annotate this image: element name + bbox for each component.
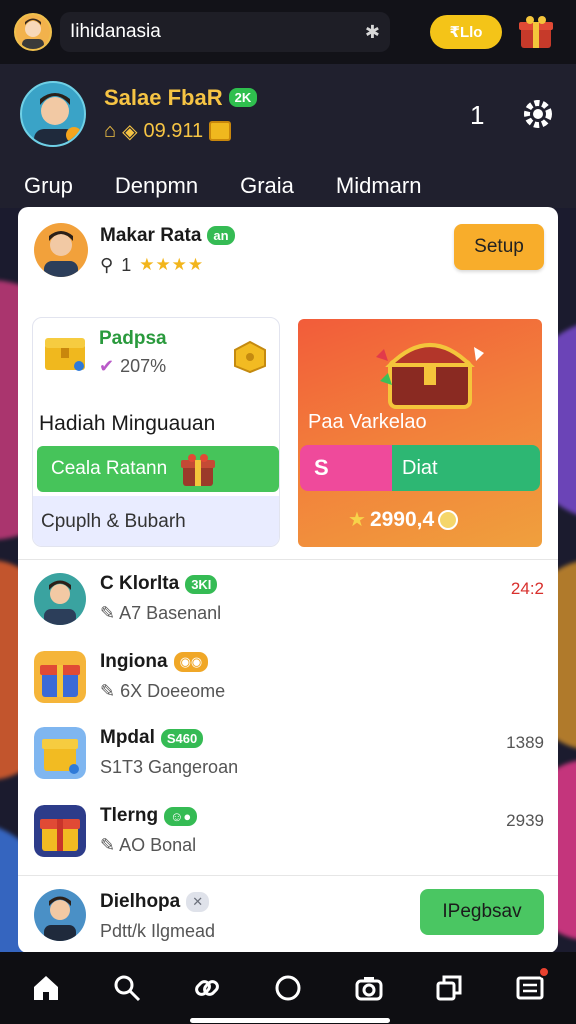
list-item[interactable]: Tlerng ☺● ✎ AO Bonal 2939 <box>34 801 544 867</box>
clear-icon[interactable]: ✱ <box>365 22 380 43</box>
member-chip-icon: ✕ <box>186 892 210 912</box>
divider <box>18 875 558 876</box>
gear-icon[interactable] <box>518 94 558 134</box>
profile-balance: 09.911 <box>143 119 204 142</box>
heart-icon: ✔ <box>99 356 115 376</box>
claim-reward-label: Ceala Ratann <box>51 458 168 479</box>
member-avatar <box>34 573 86 625</box>
list-item[interactable]: Mpdal S460 S1T3 Gangeroan 1389 <box>34 723 544 789</box>
top-bar: ✱ ₹Llo <box>0 0 576 64</box>
copy-icon[interactable] <box>429 968 469 1008</box>
tab-grup[interactable]: Grup <box>24 173 73 199</box>
level-star-icon <box>66 127 82 143</box>
user-avatar[interactable] <box>14 13 52 51</box>
reward-footer[interactable]: Cpuplh & Bubarh <box>33 496 279 546</box>
gift-icon <box>179 450 217 488</box>
profile-badge: 2K <box>228 88 258 107</box>
featured-amount: 2990,4 <box>369 507 435 531</box>
member-value: 2939 <box>506 811 544 830</box>
notification-count: 1 <box>470 100 485 130</box>
link-icon[interactable] <box>187 968 227 1008</box>
profile-name: Salae FbaR <box>104 84 223 110</box>
gift-icon[interactable] <box>516 12 556 52</box>
tab-midmarn[interactable]: Midmarn <box>336 173 422 199</box>
search-icon[interactable] <box>107 968 147 1008</box>
featured-title: Paa Varkelao <box>308 411 427 433</box>
claim-reward-button[interactable]: Ceala Ratann <box>37 446 279 492</box>
member-name: Ingiona <box>100 651 168 672</box>
weekly-reward-panel: Padpsa ✔ 207% Hadiah Minguauan Ceala Rat… <box>32 317 280 547</box>
member-name: Tlerng <box>100 805 159 826</box>
member-chip: S460 <box>160 728 204 748</box>
chest-box-icon <box>34 727 86 779</box>
member-name: Mpdal <box>100 727 155 748</box>
member-chip: 3KI <box>185 574 218 594</box>
member-sub: S1T3 Gangeroan <box>100 757 239 777</box>
member-avatar <box>34 889 86 941</box>
cube-icon <box>233 340 267 374</box>
profile-avatar[interactable] <box>20 81 86 147</box>
home-indicator <box>190 1018 390 1023</box>
camera-icon[interactable] <box>349 968 389 1008</box>
menu-list-icon[interactable] <box>510 966 550 1008</box>
member-sub: Pdtt/k Ilgmead <box>100 921 216 941</box>
coin-icon <box>438 509 459 530</box>
treasure-chest-icon <box>370 327 490 411</box>
list-item[interactable]: C Klorlta 3KI ✎ A7 Basenanl 24:2 <box>34 569 544 635</box>
register-button[interactable]: IPegbsav <box>420 889 544 935</box>
search-input[interactable] <box>70 21 340 43</box>
featured-left-button[interactable]: S <box>300 445 396 491</box>
reward-heading: Hadiah Minguauan <box>39 412 216 435</box>
divider <box>18 559 558 560</box>
notification-dot <box>537 966 550 978</box>
setup-button[interactable]: Setup <box>454 224 544 270</box>
rating-stars: ★★★★ <box>139 255 205 274</box>
tab-bar: Grup Denpmn Graia Midmarn <box>0 164 576 208</box>
member-sub: ✎ 6X Doeeome <box>100 681 226 701</box>
coin-icon: ◈ <box>122 120 138 143</box>
gift-box-icon <box>34 805 86 857</box>
main-card: Makar Rata an ⚲ 1 ★★★★ Setup Padpsa ✔ 20… <box>18 207 558 953</box>
search-bar[interactable]: ✱ <box>60 12 390 52</box>
tab-graia[interactable]: Graia <box>240 173 294 199</box>
chest-icon <box>209 121 232 141</box>
member-value: 1389 <box>506 733 544 752</box>
owner-sub-num: 1 <box>121 254 132 275</box>
circle-icon[interactable] <box>268 968 308 1008</box>
member-sub: ✎ AO Bonal <box>100 835 197 855</box>
owner-badge: an <box>207 226 235 245</box>
bottom-nav <box>0 952 576 1024</box>
chest-icon <box>43 332 87 372</box>
owner-header: Makar Rata an ⚲ 1 ★★★★ <box>34 223 235 277</box>
tab-denpmn[interactable]: Denpmn <box>115 173 198 199</box>
star-icon: ★ <box>348 509 366 531</box>
member-name: C Klorlta <box>100 573 180 594</box>
member-chip-icon: ☺● <box>164 806 198 826</box>
member-sub: ✎ A7 Basenanl <box>100 603 222 623</box>
owner-name: Makar Rata <box>100 224 202 246</box>
member-value: 24:2 <box>510 579 544 598</box>
owner-avatar[interactable] <box>34 223 88 277</box>
home-icon: ⌂ <box>104 119 117 142</box>
gift-box-icon <box>34 651 86 703</box>
coin-pill-button[interactable]: ₹Llo <box>430 15 502 49</box>
reward-percent: 207% <box>120 356 167 376</box>
member-name: Dielhopa <box>100 891 181 912</box>
location-icon: ⚲ <box>100 254 114 275</box>
member-chip-icon: ◉◉ <box>173 652 209 672</box>
featured-right-button[interactable]: Diat <box>392 445 540 491</box>
list-item[interactable]: Ingiona ◉◉ ✎ 6X Doeeome <box>34 647 544 713</box>
featured-chest-panel[interactable]: Paa Varkelao S Diat ★ 2990,4 <box>298 319 542 547</box>
profile-header: Salae FbaR 2K ⌂ ◈ 09.911 1 <box>0 64 576 164</box>
reward-title: Padpsa <box>99 328 167 349</box>
home-icon[interactable] <box>26 968 66 1008</box>
